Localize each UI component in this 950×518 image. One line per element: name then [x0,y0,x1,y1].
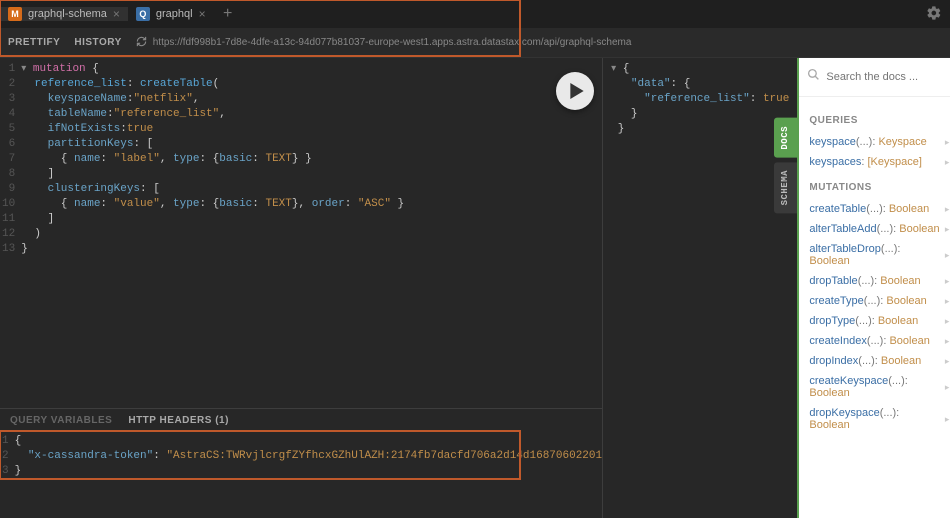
chevron-right-icon: ▸ [945,336,950,347]
tab-label: graphql-schema [28,8,107,20]
chevron-right-icon: ▸ [945,296,950,307]
docs-item-dropTable[interactable]: dropTable(...): Boolean▸ [809,271,949,291]
settings-gear-icon[interactable] [926,5,942,26]
query-editor[interactable]: 12345678910111213 ▾ mutation { reference… [0,58,602,408]
execute-button[interactable] [556,72,594,110]
docs-item-alterTableDrop[interactable]: alterTableDrop(...): Boolean▸ [809,239,949,271]
chevron-right-icon: ▸ [945,204,950,215]
docs-search-input[interactable] [826,71,950,83]
search-icon [807,68,820,86]
chevron-right-icon: ▸ [945,414,950,425]
docs-section-title: MUTATIONS [809,182,949,193]
chevron-right-icon: ▸ [945,224,950,235]
chevron-right-icon: ▸ [945,356,950,367]
endpoint-url-text: https://fdf998b1-7d8e-4dfe-a13c-94d077b8… [153,37,632,48]
tab-http-headers[interactable]: HTTP HEADERS (1) [128,415,229,426]
docs-search [799,58,950,97]
tab-badge: Q [136,7,150,21]
chevron-right-icon: ▸ [945,137,950,148]
docs-item-alterTableAdd[interactable]: alterTableAdd(...): Boolean▸ [809,219,949,239]
tab-graphql-schema[interactable]: M graphql-schema × [0,7,128,21]
tab-label: graphql [156,8,193,20]
docs-tab[interactable]: DOCS [774,118,797,158]
reload-icon[interactable] [136,36,147,50]
docs-panel: QUERIES keyspace(...): Keyspace▸keyspaces… [797,58,950,518]
docs-section-title: QUERIES [809,115,949,126]
history-button[interactable]: HISTORY [74,37,121,48]
tabs-bar: M graphql-schema ×Q graphql × + [0,0,950,28]
chevron-right-icon: ▸ [945,316,950,327]
chevron-right-icon: ▸ [945,250,950,261]
new-tab-button[interactable]: + [214,5,242,23]
chevron-right-icon: ▸ [945,157,950,168]
close-icon[interactable]: × [199,7,206,21]
schema-tab[interactable]: SCHEMA [774,162,797,213]
headers-editor[interactable]: 123 { "x-cassandra-token": "AstraCS:TWRv… [0,432,602,518]
docs-item-keyspace[interactable]: keyspace(...): Keyspace▸ [809,132,949,152]
chevron-right-icon: ▸ [945,382,950,393]
tab-graphql[interactable]: Q graphql × [128,7,214,21]
chevron-right-icon: ▸ [945,276,950,287]
editor-column: 12345678910111213 ▾ mutation { reference… [0,58,602,518]
tab-query-variables[interactable]: QUERY VARIABLES [10,415,112,426]
docs-item-createTable[interactable]: createTable(...): Boolean▸ [809,199,949,219]
tab-badge: M [8,7,22,21]
docs-item-keyspaces[interactable]: keyspaces: [Keyspace]▸ [809,152,949,172]
docs-item-dropType[interactable]: dropType(...): Boolean▸ [809,311,949,331]
endpoint-url[interactable]: https://fdf998b1-7d8e-4dfe-a13c-94d077b8… [136,36,942,50]
toolbar: PRETTIFY HISTORY https://fdf998b1-7d8e-4… [0,28,950,58]
docs-item-createKeyspace[interactable]: createKeyspace(...): Boolean▸ [809,371,949,403]
docs-item-createType[interactable]: createType(...): Boolean▸ [809,291,949,311]
variables-panel: QUERY VARIABLES HTTP HEADERS (1) 123 { "… [0,408,602,518]
docs-item-dropKeyspace[interactable]: dropKeyspace(...): Boolean▸ [809,403,949,435]
docs-item-dropIndex[interactable]: dropIndex(...): Boolean▸ [809,351,949,371]
docs-item-createIndex[interactable]: createIndex(...): Boolean▸ [809,331,949,351]
close-icon[interactable]: × [113,7,120,21]
prettify-button[interactable]: PRETTIFY [8,37,60,48]
result-panel: ▾ { "data": { "reference_list": true } }… [602,58,797,518]
